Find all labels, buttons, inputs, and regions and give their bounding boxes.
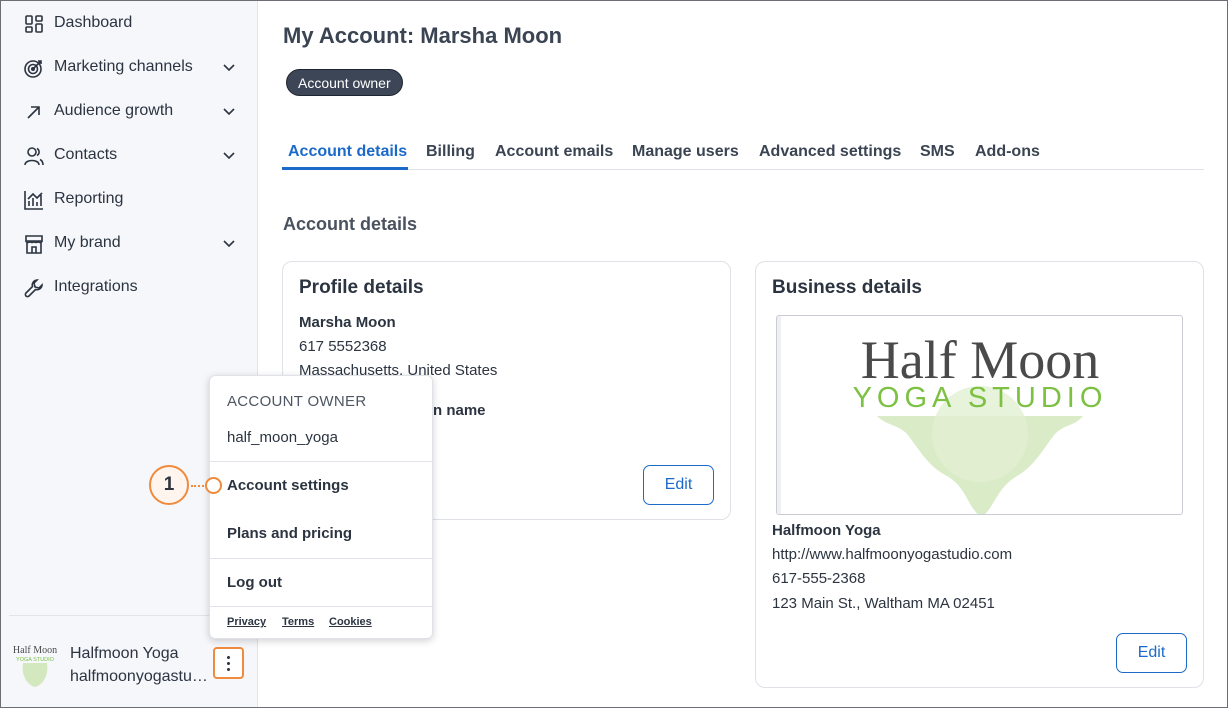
svg-text:YOGA STUDIO: YOGA STUDIO bbox=[16, 657, 55, 663]
sidebar-item-audience-growth[interactable]: Audience growth bbox=[1, 91, 257, 131]
sidebar-item-label: Audience growth bbox=[54, 102, 174, 119]
sidebar-item-my-brand[interactable]: My brand bbox=[1, 223, 257, 263]
callout-target-marker bbox=[205, 477, 222, 494]
profile-org-label: n name bbox=[433, 402, 486, 419]
tab-account-emails[interactable]: Account emails bbox=[495, 143, 613, 161]
more-vertical-icon bbox=[227, 667, 230, 671]
target-icon bbox=[23, 57, 45, 79]
menu-item-account-settings[interactable]: Account settings bbox=[227, 477, 349, 494]
menu-divider bbox=[210, 461, 432, 462]
business-logo-image: Half Moon YOGA STUDIO bbox=[776, 315, 1183, 515]
sidebar-item-label: Integrations bbox=[54, 278, 138, 295]
business-website: http://www.halfmoonyogastudio.com bbox=[772, 546, 1013, 563]
account-menu-button[interactable] bbox=[213, 647, 244, 679]
edit-profile-button[interactable]: Edit bbox=[643, 465, 714, 505]
sidebar-item-dashboard[interactable]: Dashboard bbox=[1, 3, 257, 43]
tab-sms[interactable]: SMS bbox=[920, 143, 955, 161]
chevron-down-icon[interactable] bbox=[221, 59, 237, 75]
storefront-icon bbox=[23, 233, 45, 255]
sidebar-item-label: Contacts bbox=[54, 146, 118, 163]
account-email: halfmoonyogastudio bbox=[70, 668, 210, 685]
sidebar-item-integrations[interactable]: Integrations bbox=[1, 267, 257, 307]
sidebar-item-marketing-channels[interactable]: Marketing channels bbox=[1, 47, 257, 87]
chevron-down-icon[interactable] bbox=[221, 147, 237, 163]
contacts-icon bbox=[23, 145, 45, 167]
cookies-link[interactable]: Cookies bbox=[329, 616, 372, 628]
profile-name: Marsha Moon bbox=[299, 314, 396, 331]
dashboard-icon bbox=[23, 13, 45, 35]
logo-text-line1: Half Moon bbox=[861, 330, 1099, 390]
profile-phone: 617 5552368 bbox=[299, 338, 387, 355]
menu-item-log-out[interactable]: Log out bbox=[227, 574, 282, 591]
menu-username: half_moon_yoga bbox=[227, 429, 338, 446]
tab-manage-users[interactable]: Manage users bbox=[632, 143, 739, 161]
chevron-down-icon[interactable] bbox=[221, 235, 237, 251]
edit-business-button[interactable]: Edit bbox=[1116, 633, 1187, 673]
sidebar-item-label: Marketing channels bbox=[54, 58, 193, 75]
sidebar-item-label: Dashboard bbox=[54, 14, 133, 31]
tab-account-details[interactable]: Account details bbox=[288, 143, 407, 161]
svg-text:Half Moon: Half Moon bbox=[13, 645, 57, 656]
menu-heading: ACCOUNT OWNER bbox=[227, 393, 367, 410]
app-window: Dashboard Marketing channels Audience gr… bbox=[0, 0, 1228, 708]
page-title: My Account: Marsha Moon bbox=[283, 23, 563, 48]
profile-card-title: Profile details bbox=[299, 277, 424, 298]
step-callout-badge: 1 bbox=[149, 465, 189, 505]
account-dropdown-menu: ACCOUNT OWNER half_moon_yoga Account set… bbox=[209, 375, 433, 639]
sidebar-item-label: My brand bbox=[54, 234, 121, 251]
section-title: Account details bbox=[283, 214, 418, 234]
sidebar-item-contacts[interactable]: Contacts bbox=[1, 135, 257, 175]
sidebar-item-label: Reporting bbox=[54, 190, 124, 207]
menu-divider bbox=[210, 606, 432, 607]
tab-advanced-settings[interactable]: Advanced settings bbox=[759, 143, 901, 161]
account-logo: Half Moon YOGA STUDIO bbox=[13, 641, 57, 689]
business-card-title: Business details bbox=[772, 277, 922, 298]
business-address: 123 Main St., Waltham MA 02451 bbox=[772, 595, 995, 612]
business-name: Halfmoon Yoga bbox=[772, 522, 881, 539]
logo-text-line2: YOGA STUDIO bbox=[853, 382, 1108, 414]
tab-billing[interactable]: Billing bbox=[426, 143, 475, 161]
tab-bar: Account details Billing Account emails M… bbox=[283, 141, 1204, 170]
chart-icon bbox=[23, 189, 45, 211]
tab-add-ons[interactable]: Add-ons bbox=[975, 143, 1040, 161]
more-vertical-icon bbox=[227, 661, 230, 665]
wrench-icon bbox=[23, 277, 45, 299]
business-phone: 617-555-2368 bbox=[772, 570, 866, 587]
arrow-up-right-icon bbox=[23, 101, 45, 123]
role-badge: Account owner bbox=[286, 69, 403, 96]
active-tab-indicator bbox=[282, 167, 408, 170]
terms-link[interactable]: Terms bbox=[282, 616, 314, 628]
account-name: Halfmoon Yoga bbox=[70, 645, 179, 662]
sidebar-item-reporting[interactable]: Reporting bbox=[1, 179, 257, 219]
menu-item-plans-and-pricing[interactable]: Plans and pricing bbox=[227, 525, 352, 542]
more-vertical-icon bbox=[227, 655, 230, 659]
menu-divider bbox=[210, 558, 432, 559]
chevron-down-icon[interactable] bbox=[221, 103, 237, 119]
privacy-link[interactable]: Privacy bbox=[227, 616, 266, 628]
